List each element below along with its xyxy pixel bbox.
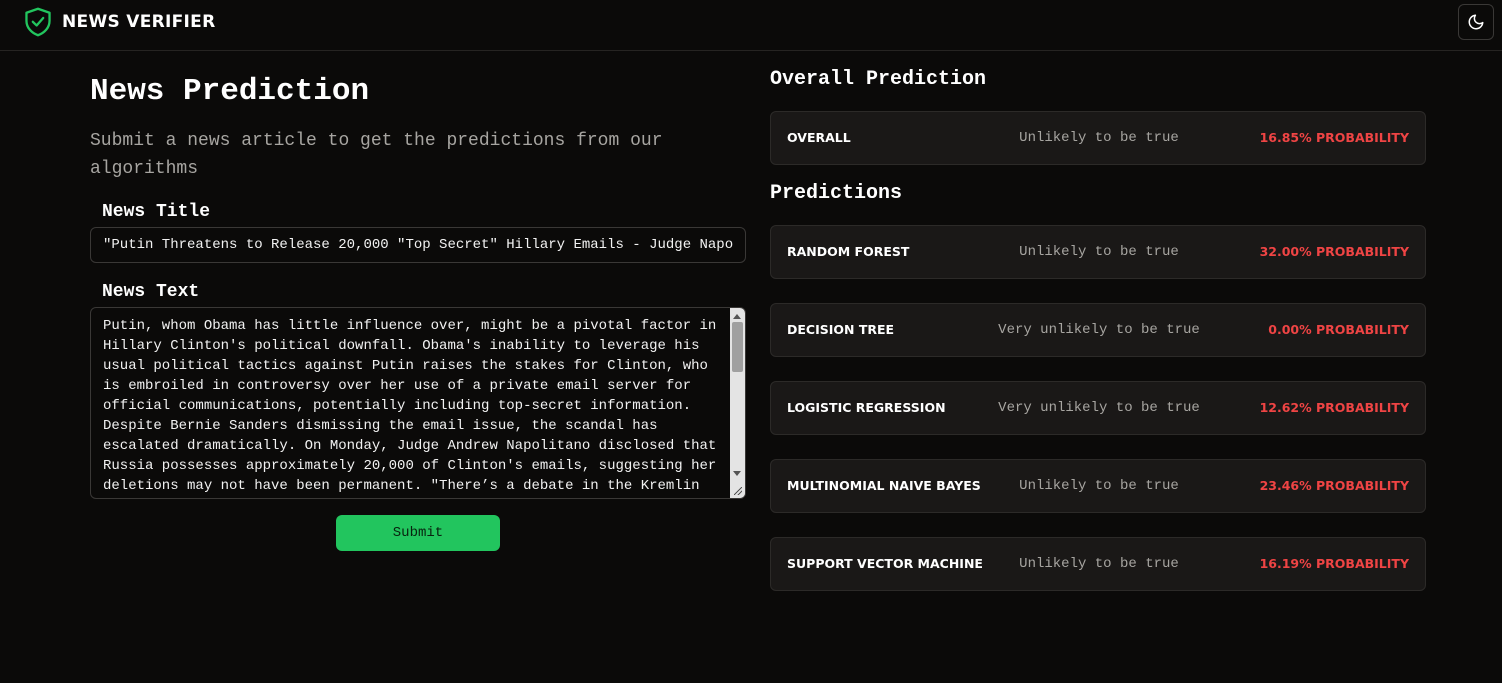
navbar: NEWS VERIFIER [0, 0, 1502, 51]
submit-button[interactable]: Submit [336, 515, 500, 551]
news-text-label: News Text [102, 282, 200, 302]
prediction-probability: 23.46% PROBABILITY [1259, 478, 1409, 493]
theme-toggle-button[interactable] [1458, 4, 1494, 40]
resize-grip-icon[interactable] [730, 483, 745, 498]
scroll-up-arrow-icon[interactable] [733, 314, 741, 319]
scroll-thumb[interactable] [732, 322, 743, 372]
news-title-label: News Title [102, 202, 211, 222]
page-subtitle: Submit a news article to get the predict… [90, 131, 663, 179]
prediction-card-multinomial-naive-bayes: MULTINOMIAL NAIVE BAYES Unlikely to be t… [770, 459, 1426, 513]
news-text-container: Putin, whom Obama has little influence o… [90, 307, 746, 499]
prediction-probability: 0.00% PROBABILITY [1268, 322, 1409, 337]
prediction-probability: 16.85% PROBABILITY [1259, 130, 1409, 145]
prediction-card-logistic-regression: LOGISTIC REGRESSION Very unlikely to be … [770, 381, 1426, 435]
news-text-input[interactable]: Putin, whom Obama has little influence o… [91, 308, 731, 498]
brand-name: NEWS VERIFIER [62, 12, 216, 32]
overall-prediction-card: OVERALL Unlikely to be true 16.85% PROBA… [770, 111, 1426, 165]
prediction-card-decision-tree: DECISION TREE Very unlikely to be true 0… [770, 303, 1426, 357]
prediction-card-support-vector-machine: SUPPORT VECTOR MACHINE Unlikely to be tr… [770, 537, 1426, 591]
news-text-scrollbar[interactable] [730, 308, 745, 498]
moon-icon [1467, 13, 1485, 31]
news-title-input[interactable] [90, 227, 746, 263]
prediction-probability: 16.19% PROBABILITY [1259, 556, 1409, 571]
predictions-heading: Predictions [770, 182, 903, 205]
overall-prediction-heading: Overall Prediction [770, 68, 987, 91]
prediction-probability: 32.00% PROBABILITY [1259, 244, 1409, 259]
shield-check-icon [24, 7, 52, 37]
prediction-card-random-forest: RANDOM FOREST Unlikely to be true 32.00%… [770, 225, 1426, 279]
brand[interactable]: NEWS VERIFIER [24, 7, 215, 37]
page-title: News Prediction [90, 74, 370, 109]
prediction-probability: 12.62% PROBABILITY [1259, 400, 1409, 415]
scroll-down-arrow-icon[interactable] [733, 471, 741, 476]
